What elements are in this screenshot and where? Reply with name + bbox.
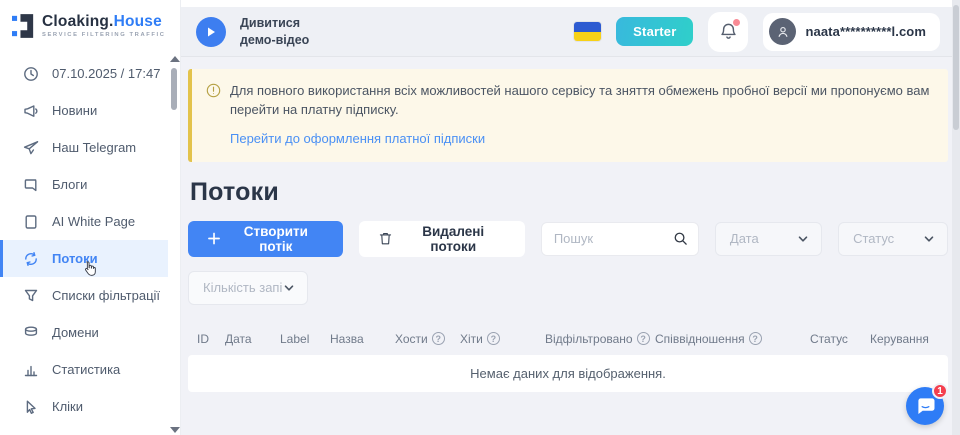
top-header: Дивитися демо-відео Starter — [180, 7, 960, 57]
chat-widget-button[interactable]: 1 — [906, 387, 944, 425]
sidebar-nav: 07.10.2025 / 17:47 Новини Наш Telegram Б… — [0, 55, 180, 425]
notifications-button[interactable] — [708, 12, 748, 52]
banner-text: Для повного використання всіх можливосте… — [230, 82, 930, 120]
refresh-icon — [22, 250, 39, 267]
chevron-down-icon — [923, 233, 935, 245]
help-icon[interactable]: ? — [637, 332, 650, 345]
table-empty-row: Немає даних для відображення. — [188, 355, 948, 392]
funnel-icon — [22, 287, 39, 304]
column-header-id: ID — [197, 332, 225, 346]
plus-icon — [208, 232, 220, 245]
sidebar-item-domains[interactable]: Домени — [0, 314, 180, 351]
database-icon — [22, 324, 39, 341]
user-email: naata**********l.com — [805, 24, 926, 39]
trial-warning-banner: Для повного використання всіх можливосте… — [188, 69, 948, 162]
user-menu[interactable]: naata**********l.com — [763, 13, 940, 51]
sidebar-item-statistics[interactable]: Статистика — [0, 351, 180, 388]
chat-unread-badge: 1 — [932, 383, 948, 399]
sidebar-item-streams[interactable]: Потоки — [0, 240, 168, 277]
plan-badge[interactable]: Starter — [616, 17, 693, 46]
main-column: Дивитися демо-відео Starter — [180, 0, 960, 435]
search-icon[interactable] — [673, 231, 688, 246]
column-header-status: Статус — [810, 332, 870, 346]
document-icon — [22, 213, 39, 230]
sidebar-item-ai-white-page[interactable]: AI White Page — [0, 203, 180, 240]
help-icon[interactable]: ? — [487, 332, 500, 345]
sidebar: Cloaking.House SERVICE FILTERING TRAFFIC… — [0, 0, 180, 435]
avatar — [769, 18, 796, 45]
bar-chart-icon — [22, 361, 39, 378]
chat-bubble-icon — [22, 176, 39, 193]
play-demo-button[interactable] — [196, 17, 226, 47]
cursor-arrow-icon — [22, 398, 39, 415]
app-window: Cloaking.House SERVICE FILTERING TRAFFIC… — [0, 0, 960, 435]
brand-tagline: SERVICE FILTERING TRAFFIC — [42, 32, 166, 38]
trash-icon — [379, 231, 392, 246]
sidebar-item-filter-lists[interactable]: Списки фільтрації — [0, 277, 180, 314]
column-header-management: Керування — [870, 332, 948, 346]
user-icon — [776, 25, 790, 39]
column-header-label: Label — [280, 332, 330, 346]
ukraine-flag-icon[interactable] — [574, 22, 601, 41]
page-scrollbar[interactable] — [952, 0, 960, 435]
help-icon[interactable]: ? — [749, 332, 762, 345]
page-scrollbar-thumb[interactable] — [953, 5, 959, 130]
actions-row: Створити потік Видалені потоки Дата — [188, 221, 948, 257]
column-header-hosts: Хости ? — [395, 332, 460, 346]
column-header-filtered: Відфільтровано ? — [545, 332, 655, 346]
paper-plane-icon — [22, 139, 39, 156]
page-title: Потоки — [190, 178, 948, 207]
megaphone-icon — [22, 102, 39, 119]
create-stream-button[interactable]: Створити потік — [188, 221, 343, 257]
logo: Cloaking.House SERVICE FILTERING TRAFFIC — [0, 0, 180, 49]
column-header-hits: Хіти ? — [460, 332, 545, 346]
notification-dot — [733, 19, 740, 26]
search-input[interactable] — [554, 231, 673, 246]
sidebar-scrollbar-thumb[interactable] — [171, 68, 177, 110]
records-count-filter[interactable]: Кількість запі — [188, 271, 308, 305]
status-filter[interactable]: Статус — [838, 222, 948, 256]
search-box — [541, 222, 699, 256]
sidebar-item-blogs[interactable]: Блоги — [0, 166, 180, 203]
subscribe-link[interactable]: Перейти до оформлення платної підписки — [230, 131, 485, 146]
scroll-up-icon[interactable] — [170, 56, 180, 62]
brand-logo-icon — [12, 13, 34, 39]
clock-icon — [22, 65, 39, 82]
sidebar-item-news[interactable]: Новини — [0, 92, 180, 129]
column-header-ratio: Співвідношення ? — [655, 332, 810, 346]
sidebar-item-telegram[interactable]: Наш Telegram — [0, 129, 180, 166]
chevron-down-icon — [283, 282, 295, 294]
scroll-down-icon[interactable] — [170, 427, 180, 433]
content-area: Для повного використання всіх можливосте… — [180, 57, 960, 435]
deleted-streams-button[interactable]: Видалені потоки — [359, 221, 525, 257]
demo-video-label[interactable]: Дивитися демо-відео — [240, 15, 332, 49]
sidebar-item-datetime: 07.10.2025 / 17:47 — [0, 55, 180, 92]
column-header-date: Дата — [225, 332, 280, 346]
exclamation-circle-icon — [206, 83, 221, 98]
date-filter[interactable]: Дата — [715, 222, 822, 256]
chevron-down-icon — [797, 233, 809, 245]
play-icon — [205, 26, 217, 38]
help-icon[interactable]: ? — [432, 332, 445, 345]
sidebar-item-clicks[interactable]: Кліки — [0, 388, 180, 425]
top-strip — [180, 0, 960, 7]
sidebar-scrollbar[interactable] — [170, 56, 178, 435]
table-header: ID Дата Label Назва Хости ? Хіти ? Відфі… — [188, 332, 948, 346]
empty-state-text: Немає даних для відображення. — [470, 366, 666, 381]
column-header-name: Назва — [330, 332, 395, 346]
brand-name: Cloaking.House — [42, 14, 166, 30]
